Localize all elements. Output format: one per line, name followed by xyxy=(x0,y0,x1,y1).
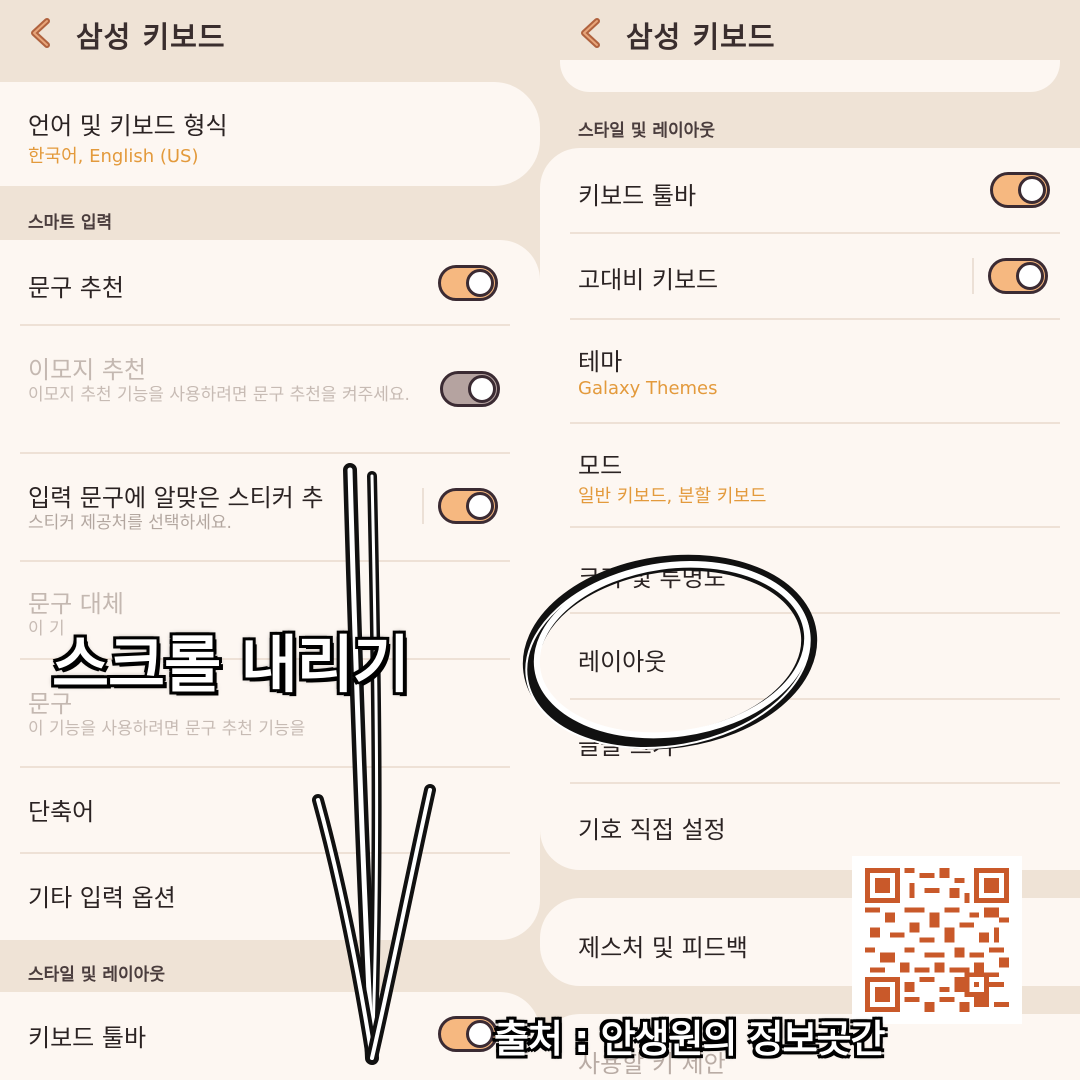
row-value: Galaxy Themes xyxy=(578,378,718,399)
list-item[interactable]: 단축어 xyxy=(0,768,540,852)
section-header-style-layout: 스타일 및 레이아웃 xyxy=(578,121,715,141)
language-setting-row[interactable]: 언어 및 키보드 형식 한국어, English (US) xyxy=(0,82,540,186)
scroll-down-caption: 스크롤 내리기 xyxy=(50,626,412,703)
toggle-switch[interactable] xyxy=(988,258,1048,294)
section-header-smart-input: 스마트 입력 xyxy=(28,213,113,233)
list-item[interactable]: 고대비 키보드 xyxy=(540,234,1080,318)
toggle-switch[interactable] xyxy=(440,371,500,407)
page-title: 삼성 키보드 xyxy=(76,20,226,54)
row-title: 크기 및 투명도 xyxy=(578,564,726,592)
row-title: 언어 및 키보드 형식 xyxy=(28,112,228,140)
back-arrow-icon[interactable] xyxy=(28,18,54,48)
source-credit: 출처 : 안생원의 정보곳간 xyxy=(494,1017,885,1061)
toggle-switch[interactable] xyxy=(438,488,498,524)
row-title: 키보드 툴바 xyxy=(28,1024,147,1052)
language-card[interactable]: 언어 및 키보드 형식 한국어, English (US) xyxy=(0,82,540,186)
row-title: 제스처 및 피드백 xyxy=(578,934,748,962)
previous-card-edge xyxy=(560,60,1060,92)
toggle-switch[interactable] xyxy=(438,265,498,301)
back-arrow-icon[interactable] xyxy=(578,18,604,48)
list-item[interactable]: 입력 문구에 알맞은 스티커 추 스티커 제공처를 선택하세요. xyxy=(0,454,540,562)
toggle-switch[interactable] xyxy=(438,1016,498,1052)
app-bar: 삼성 키보드 xyxy=(0,0,540,66)
list-item[interactable]: 크기 및 투명도 xyxy=(540,528,1080,612)
list-item[interactable]: 테마 Galaxy Themes xyxy=(540,320,1080,422)
section-header-style-layout: 스타일 및 레이아웃 xyxy=(28,965,165,985)
list-item-layout[interactable]: 레이아웃 xyxy=(540,614,1080,698)
row-title: 입력 문구에 알맞은 스티커 추 xyxy=(28,484,324,512)
list-item[interactable]: 키보드 툴바 xyxy=(0,992,540,1078)
toggle-switch[interactable] xyxy=(990,172,1050,208)
row-title: 테마 xyxy=(578,348,623,376)
row-title: 문구 추천 xyxy=(28,274,124,302)
row-value: 한국어, English (US) xyxy=(28,146,199,167)
row-description: 스티커 제공처를 선택하세요. xyxy=(28,513,232,533)
list-item[interactable]: 문구 추천 xyxy=(0,240,540,326)
list-item[interactable]: 이모지 추천 이모지 추천 기능을 사용하려면 문구 추천을 켜주세요. xyxy=(0,326,540,454)
style-layout-card: 키보드 툴바 xyxy=(0,992,540,1080)
vertical-separator xyxy=(972,258,974,294)
list-item[interactable]: 키보드 툴바 xyxy=(540,148,1080,234)
vertical-separator xyxy=(422,488,424,524)
row-title: 글꼴 크기 xyxy=(578,732,674,760)
row-title: 고대비 키보드 xyxy=(578,266,719,294)
row-title: 단축어 xyxy=(28,798,95,826)
list-item[interactable]: 글꼴 크기 xyxy=(540,700,1080,782)
list-item[interactable]: 모드 일반 키보드, 분할 키보드 xyxy=(540,424,1080,526)
row-title: 기호 직접 설정 xyxy=(578,816,726,844)
app-bar: 삼성 키보드 xyxy=(540,0,1080,66)
left-screen: 삼성 키보드 언어 및 키보드 형식 한국어, English (US) 스마트… xyxy=(0,0,540,1080)
row-title: 모드 xyxy=(578,452,623,480)
row-title: 기타 입력 옵션 xyxy=(28,884,176,912)
row-description: 이모지 추천 기능을 사용하려면 문구 추천을 켜주세요. xyxy=(28,385,410,405)
row-description: 이 기능을 사용하려면 문구 추천 기능을 xyxy=(28,719,306,739)
qr-code xyxy=(852,856,1022,1024)
row-title: 키보드 툴바 xyxy=(578,182,697,210)
row-title: 이모지 추천 xyxy=(28,356,147,384)
list-item[interactable]: 기타 입력 옵션 xyxy=(0,854,540,940)
style-layout-card: 키보드 툴바 고대비 키보드 테마 Galaxy Themes 모드 일반 키보… xyxy=(540,148,1080,870)
page-title: 삼성 키보드 xyxy=(626,20,776,54)
row-value: 일반 키보드, 분할 키보드 xyxy=(578,486,767,507)
smart-input-card: 문구 추천 이모지 추천 이모지 추천 기능을 사용하려면 문구 추천을 켜주세… xyxy=(0,240,540,940)
row-title: 레이아웃 xyxy=(578,648,667,676)
